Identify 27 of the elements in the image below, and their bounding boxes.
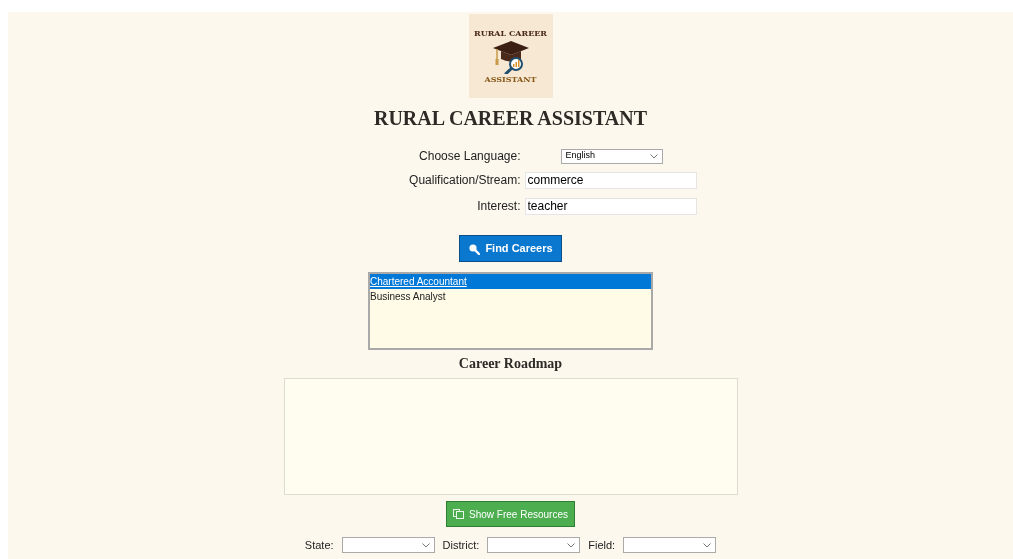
filter-label: Field:	[588, 538, 616, 553]
field-label: Interest:	[476, 198, 522, 215]
roadmap-text-area[interactable]	[283, 378, 738, 495]
careers-list[interactable]: Chartered Accountant Business Analyst	[368, 272, 653, 350]
field-label: Qualification/Stream:	[408, 172, 522, 189]
career-option[interactable]: Business Analyst	[370, 289, 651, 304]
logo-text: ASSISTANT	[484, 75, 537, 83]
field-label: Choose Language:	[418, 148, 522, 165]
chevron-down-icon	[567, 542, 576, 548]
find-careers-button[interactable]: Find Careers	[459, 235, 562, 262]
text-field[interactable]: teacher	[524, 197, 697, 215]
app-title: RURAL CAREER ASSISTANT	[373, 106, 647, 131]
filter-select[interactable]	[341, 537, 435, 554]
search-icon	[468, 242, 481, 255]
chevron-down-icon	[649, 153, 658, 159]
logo-text: RURAL CAREER	[474, 29, 547, 37]
text-field[interactable]: commerce	[524, 171, 697, 189]
filter-label: State:	[304, 538, 334, 553]
language-select[interactable]: English	[560, 148, 663, 164]
chevron-down-icon	[703, 542, 712, 548]
filter-select[interactable]	[487, 537, 581, 554]
career-option[interactable]: Chartered Accountant	[370, 274, 651, 289]
filter-label: District:	[442, 538, 480, 553]
chevron-down-icon	[421, 542, 430, 548]
documents-icon	[453, 509, 465, 519]
filter-select[interactable]	[623, 537, 717, 554]
roadmap-heading: Career Roadmap	[458, 355, 563, 373]
